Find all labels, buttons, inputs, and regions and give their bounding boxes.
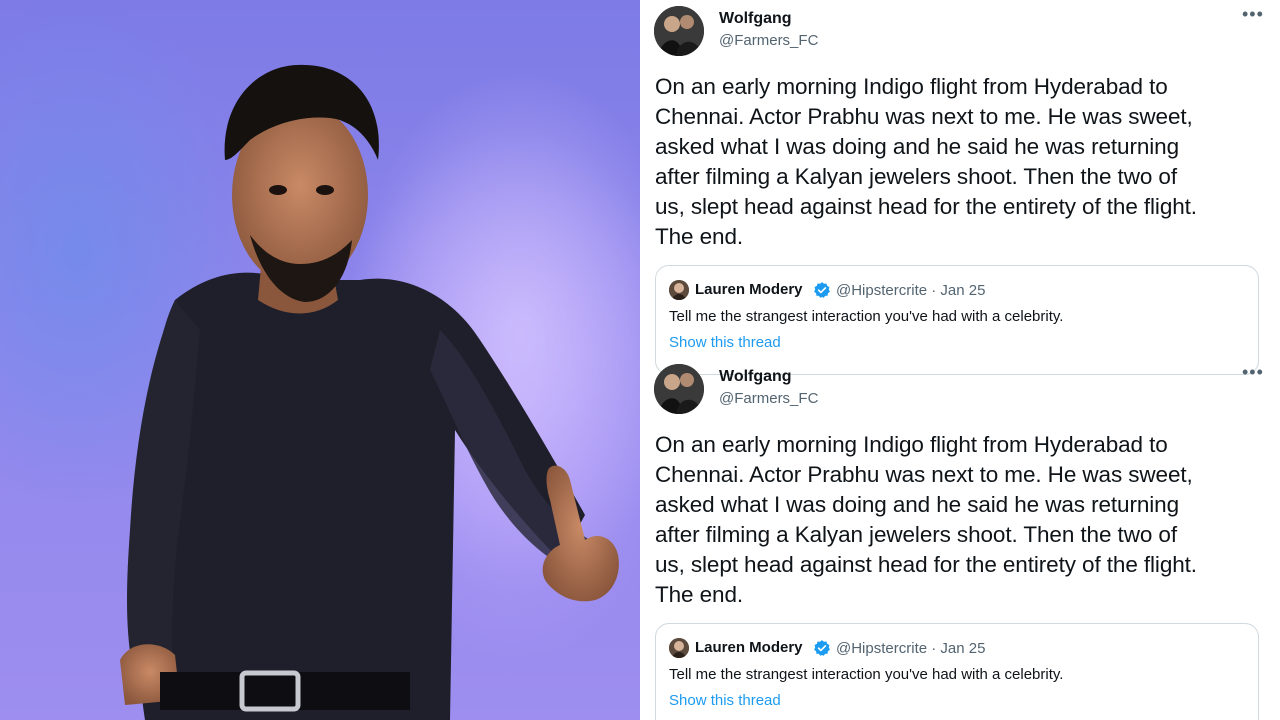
tweet-card[interactable]: Wolfgang @Farmers_FC ••• On an early mor… — [646, 358, 1280, 720]
author-name[interactable]: Wolfgang — [719, 10, 792, 28]
tweet-text: On an early morning Indigo flight from H… — [655, 74, 1197, 249]
tweets-panel: Wolfgang @Farmers_FC ••• On an early mor… — [646, 0, 1280, 720]
performer-photo — [0, 0, 640, 720]
quoted-author-name[interactable]: Lauren Modery — [695, 281, 803, 298]
quoted-tweet[interactable]: Lauren Modery @Hipstercrite · Jan 25 Tel… — [655, 623, 1259, 720]
quoted-avatar[interactable] — [669, 638, 689, 658]
quoted-tweet-text: Tell me the strangest interaction you've… — [669, 308, 1064, 325]
performer-illustration — [120, 64, 640, 720]
author-handle[interactable]: @Farmers_FC — [719, 32, 818, 49]
verified-badge-icon — [814, 282, 830, 298]
quoted-author-handle-date[interactable]: @Hipstercrite · Jan 25 — [836, 640, 985, 657]
quoted-author-name[interactable]: Lauren Modery — [695, 639, 803, 656]
avatar[interactable] — [654, 6, 704, 56]
show-thread-link[interactable]: Show this thread — [669, 334, 781, 351]
tweet-card[interactable]: Wolfgang @Farmers_FC ••• On an early mor… — [646, 0, 1280, 375]
more-options-icon[interactable]: ••• — [1242, 4, 1264, 25]
quoted-avatar[interactable] — [669, 280, 689, 300]
author-name[interactable]: Wolfgang — [719, 368, 792, 386]
quoted-author-handle-date[interactable]: @Hipstercrite · Jan 25 — [836, 282, 985, 299]
show-thread-link[interactable]: Show this thread — [669, 692, 781, 709]
more-options-icon[interactable]: ••• — [1242, 362, 1264, 383]
quoted-tweet-text: Tell me the strangest interaction you've… — [669, 666, 1064, 683]
avatar[interactable] — [654, 364, 704, 414]
verified-badge-icon — [814, 640, 830, 656]
author-handle[interactable]: @Farmers_FC — [719, 390, 818, 407]
tweet-text: On an early morning Indigo flight from H… — [655, 432, 1197, 607]
